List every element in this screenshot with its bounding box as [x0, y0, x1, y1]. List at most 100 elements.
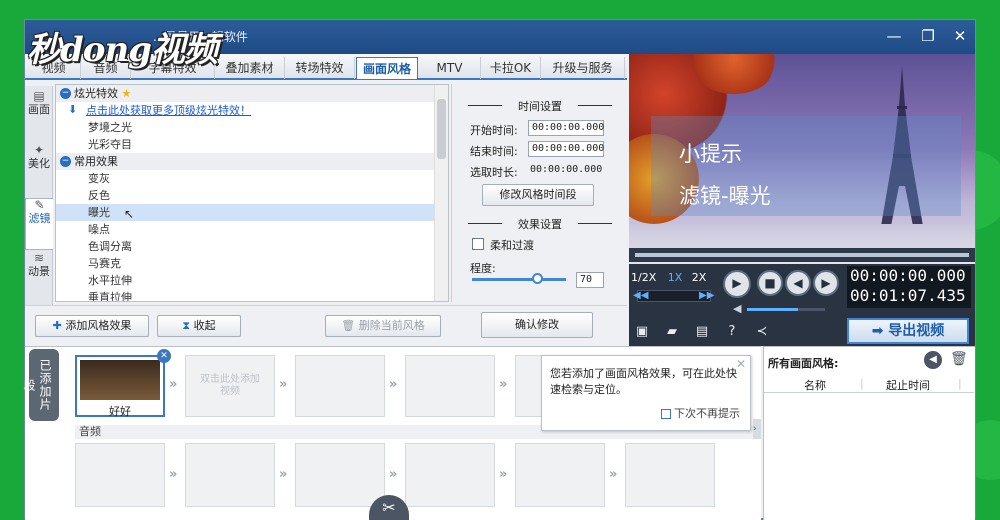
degree-value-field[interactable]: 70	[576, 272, 604, 288]
degree-slider-knob[interactable]	[531, 273, 543, 284]
side-tab-beautify[interactable]: ✦ 美化	[25, 144, 53, 196]
video-clip[interactable]: 好好 ✕	[75, 349, 171, 418]
fast-forward-icon[interactable]: ▶▶	[699, 290, 714, 301]
side-tab-picture[interactable]: ▤ 画面	[25, 90, 53, 142]
tab-overlay[interactable]: 叠加素材	[215, 57, 285, 79]
speed-2x-button[interactable]: 2X	[687, 270, 711, 286]
watermark-logo: 秒dong视频	[27, 30, 218, 70]
next-arrow-icon: »	[279, 377, 288, 392]
open-folder-icon[interactable]: ▰	[663, 323, 681, 341]
expand-panel-icon[interactable]: ›	[753, 419, 761, 439]
save-icon[interactable]: ▤	[693, 323, 711, 341]
trash-icon[interactable]: 🗑	[950, 351, 968, 367]
collapse-icon: −	[60, 156, 71, 167]
end-time-field[interactable]: 00:00:00.000	[528, 141, 604, 157]
effect-item-selected[interactable]: 曝光	[56, 204, 434, 221]
effect-item[interactable]: 噪点	[56, 221, 434, 238]
effects-scrollbar[interactable]	[434, 85, 448, 301]
play-button[interactable]: ▶	[723, 270, 751, 298]
group-label: 常用效果	[74, 155, 118, 168]
duration-label: 选取时长:	[470, 166, 518, 179]
tab-transition[interactable]: 转场特效	[285, 57, 355, 79]
playback-progress[interactable]	[629, 248, 975, 262]
next-arrow-icon: »	[169, 377, 178, 392]
effect-item[interactable]: 水平拉伸	[56, 272, 434, 289]
side-tab-label: 画面	[28, 103, 50, 116]
next-arrow-icon: »	[499, 377, 508, 392]
add-style-effect-button[interactable]: ✚ 添加风格效果	[35, 315, 149, 337]
side-tab-motion[interactable]: ≋ 动景	[25, 252, 53, 304]
tab-upgrade[interactable]: 升级与服务	[541, 57, 625, 79]
wave-icon: ≋	[33, 251, 45, 265]
side-tab-label: 滤镜	[28, 212, 51, 225]
close-button[interactable]: ✕	[947, 24, 973, 48]
prev-frame-button[interactable]: ◀	[785, 270, 811, 296]
filter-icon: ✎	[34, 198, 45, 212]
tab-karaoke[interactable]: 卡拉OK	[481, 57, 541, 79]
soft-transition-checkbox[interactable]	[472, 238, 484, 250]
modify-time-range-button[interactable]: 修改风格时间段	[482, 184, 594, 206]
preview-toolbar: ▣ ▰ ▤ ? ≺ ➡ 导出视频	[629, 318, 975, 346]
audio-slot[interactable]	[295, 443, 385, 507]
effects-action-bar: ✚ 添加风格效果 ⧗ 收起 🗑 删除当前风格 确认修改	[25, 305, 627, 345]
maximize-button[interactable]: ❐	[915, 24, 941, 48]
dont-show-checkbox[interactable]	[660, 409, 671, 419]
stop-button[interactable]: ■	[757, 270, 783, 296]
audio-slot[interactable]	[405, 443, 495, 507]
soft-transition-label: 柔和过渡	[490, 239, 534, 252]
empty-clip-slot[interactable]: 双击此处添加视频	[185, 355, 275, 417]
effect-item[interactable]: 色调分离	[56, 238, 434, 255]
remove-clip-icon[interactable]: ✕	[157, 349, 171, 363]
collapse-button[interactable]: ⧗ 收起	[157, 315, 241, 337]
speed-1x-button[interactable]: 1X	[663, 270, 687, 286]
scrollbar-thumb[interactable]	[437, 99, 446, 159]
tab-picture-style[interactable]: 画面风格	[356, 57, 418, 79]
speed-half-button[interactable]: 1/2X	[631, 270, 656, 286]
more-effects-link[interactable]: 点击此处获取更多顶级炫光特效！	[56, 102, 434, 119]
clip-thumbnail	[80, 360, 160, 400]
side-tab-filter[interactable]: ✎ 滤镜	[25, 198, 53, 250]
audio-slot[interactable]	[515, 443, 605, 507]
audio-slot[interactable]	[185, 443, 275, 507]
effect-item[interactable]: 马赛克	[56, 255, 434, 272]
close-tooltip-icon[interactable]: ✕	[736, 356, 746, 372]
time-display: 00:00:00.000 00:01:07.435	[847, 266, 971, 308]
effect-item[interactable]: 梦境之光	[56, 119, 434, 136]
download-icon: ⬇	[68, 103, 78, 116]
group-glow-effects[interactable]: − 炫光特效 ★	[56, 85, 434, 102]
export-video-button[interactable]: ➡ 导出视频	[847, 318, 969, 344]
start-time-field[interactable]: 00:00:00.000	[528, 120, 604, 136]
playback-controls: 1/2X 1X 2X ◀◀ ▶▶ ▶ ■ ◀ ▶ ◀ 00:00:00.000 …	[629, 264, 975, 318]
button-label: 收起	[193, 319, 216, 332]
col-divider: |	[860, 377, 864, 390]
hint-tooltip: 您若添加了画面风格效果，可在此处快速检索与定位。 下次不再提示 ✕	[541, 355, 751, 431]
effect-item[interactable]: 垂直拉伸	[56, 289, 434, 301]
audio-slot[interactable]	[75, 443, 165, 507]
side-tab-label: 动景	[28, 265, 50, 278]
share-icon[interactable]: ≺	[753, 323, 771, 341]
audio-slot[interactable]	[625, 443, 715, 507]
effect-item[interactable]: 光彩夺目	[56, 136, 434, 153]
effect-item[interactable]: 变灰	[56, 170, 434, 187]
degree-slider[interactable]	[472, 278, 566, 281]
help-icon[interactable]: ?	[723, 323, 741, 341]
empty-clip-slot[interactable]	[295, 355, 385, 417]
rewind-icon[interactable]: ◀◀	[633, 290, 648, 301]
new-project-icon[interactable]: ▣	[633, 323, 651, 341]
volume-fill	[747, 308, 798, 311]
empty-clip-slot[interactable]	[405, 355, 495, 417]
tab-mtv[interactable]: MTV	[419, 57, 481, 79]
volume-slider[interactable]	[747, 308, 825, 311]
locate-icon[interactable]: ◀	[924, 351, 942, 369]
degree-label: 程度:	[470, 262, 496, 275]
progress-track[interactable]	[635, 253, 969, 257]
dont-show-again[interactable]: 下次不再提示	[660, 406, 740, 422]
style-list-panel: 所有画面风格: ◀ 🗑 名称 | 起止时间 |	[763, 346, 975, 520]
effect-item[interactable]: 反色	[56, 187, 434, 204]
confirm-modify-button[interactable]: 确认修改	[481, 312, 593, 338]
minimize-button[interactable]: —	[881, 24, 907, 48]
group-common-effects[interactable]: − 常用效果	[56, 153, 434, 170]
volume-icon[interactable]: ◀	[733, 302, 741, 315]
next-frame-button[interactable]: ▶	[813, 270, 839, 296]
delete-current-style-button[interactable]: 🗑 删除当前风格	[325, 315, 441, 337]
